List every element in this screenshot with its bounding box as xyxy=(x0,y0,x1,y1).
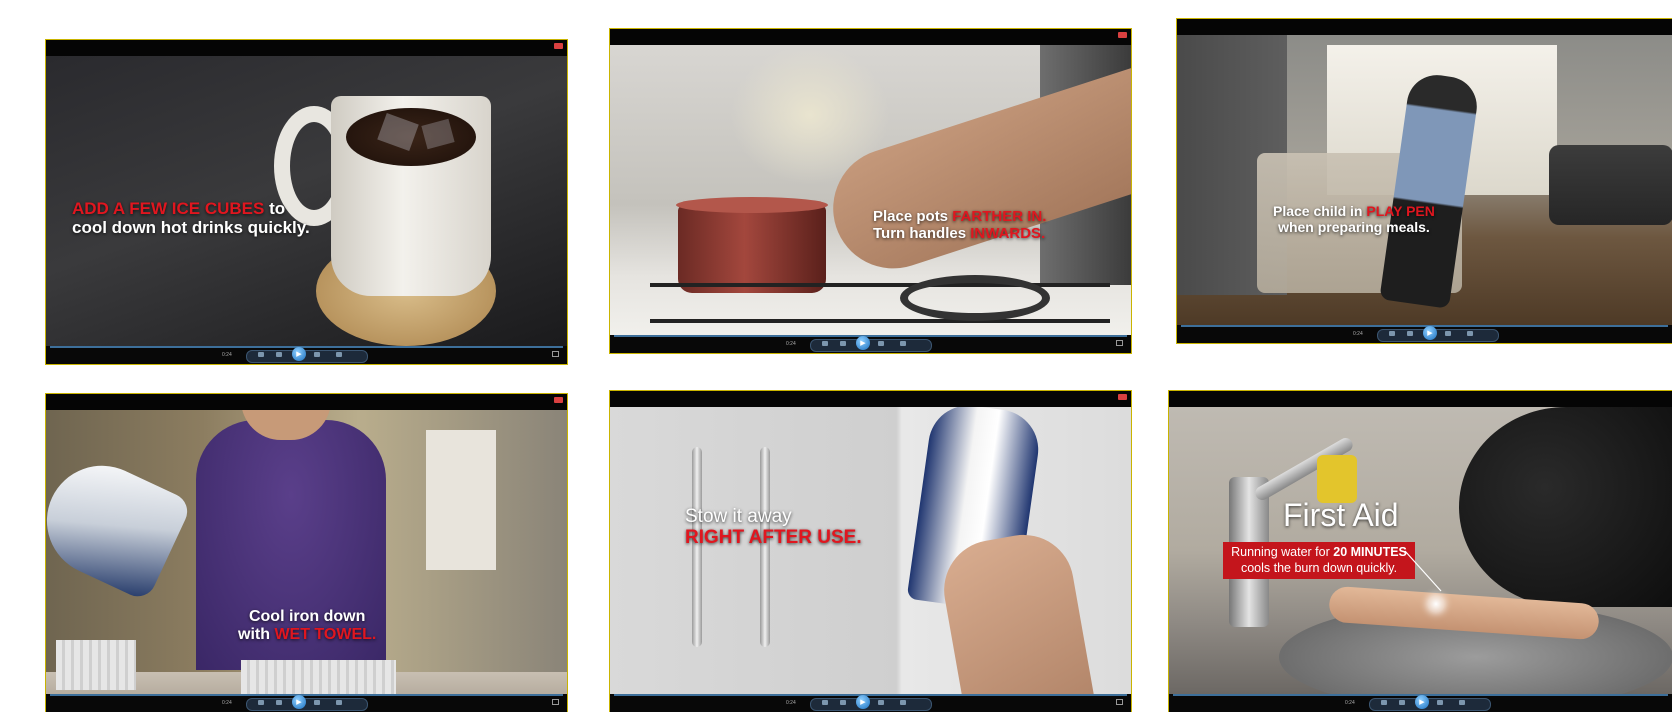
hand xyxy=(936,527,1094,694)
close-icon[interactable] xyxy=(1118,32,1127,38)
video-player-first-aid[interactable]: First Aid Running water for 20 MINUTES c… xyxy=(1168,390,1672,712)
player-title-bar xyxy=(46,394,567,410)
fast-forward-icon[interactable] xyxy=(314,352,320,357)
volume-icon[interactable] xyxy=(900,341,906,346)
time-display: 0:24 xyxy=(786,700,796,706)
callout-pointer xyxy=(1404,550,1442,592)
sofa xyxy=(1549,145,1672,225)
video-frame xyxy=(46,410,567,694)
seek-bar[interactable] xyxy=(614,335,1127,337)
close-icon[interactable] xyxy=(1118,394,1127,400)
caption: Place pots FARTHER IN. Turn handles INWA… xyxy=(873,208,1047,242)
rewind-icon[interactable] xyxy=(1407,331,1413,336)
video-player-iron-towel[interactable]: Cool iron down with WET TOWEL. 0:24 ▶ xyxy=(45,393,568,712)
volume-icon[interactable] xyxy=(1459,700,1465,705)
caption-highlight: WET TOWEL. xyxy=(274,625,377,643)
stop-icon[interactable] xyxy=(822,700,828,705)
transport-bar xyxy=(1377,329,1499,342)
time-display: 0:24 xyxy=(786,341,796,347)
player-controls: 0:24 ▶ xyxy=(46,346,567,364)
caption-highlight: FARTHER IN. xyxy=(952,208,1047,225)
player-controls: 0:24 ▶ xyxy=(1177,325,1672,343)
close-icon[interactable] xyxy=(554,43,563,49)
transport-bar xyxy=(810,698,932,711)
fullscreen-icon[interactable] xyxy=(1116,340,1123,346)
stop-icon[interactable] xyxy=(258,700,264,705)
time-display: 0:24 xyxy=(222,352,232,358)
transport-bar xyxy=(810,339,932,352)
towel-held xyxy=(56,640,136,690)
play-icon[interactable]: ▶ xyxy=(292,347,306,361)
video-frame xyxy=(610,45,1131,335)
iron xyxy=(46,447,194,603)
fast-forward-icon[interactable] xyxy=(878,700,884,705)
fullscreen-icon[interactable] xyxy=(1116,699,1123,705)
volume-icon[interactable] xyxy=(336,700,342,705)
time-display: 0:24 xyxy=(1345,700,1355,706)
player-controls: 0:24 ▶ xyxy=(610,694,1131,712)
play-icon[interactable]: ▶ xyxy=(292,695,306,709)
rewind-icon[interactable] xyxy=(840,341,846,346)
player-title-bar xyxy=(610,29,1131,45)
video-player-pots[interactable]: Place pots FARTHER IN. Turn handles INWA… xyxy=(609,28,1132,354)
fast-forward-icon[interactable] xyxy=(1445,331,1451,336)
caption: Cool iron down with WET TOWEL. xyxy=(238,608,377,643)
rewind-icon[interactable] xyxy=(276,700,282,705)
video-player-ice-cubes[interactable]: ADD A FEW ICE CUBES to cool down hot dri… xyxy=(45,39,568,365)
caption: Stow it away RIGHT AFTER USE. xyxy=(685,506,862,549)
transport-bar xyxy=(1369,698,1491,711)
caption-highlight: RIGHT AFTER USE. xyxy=(685,527,862,549)
caption-highlight: PLAY PEN xyxy=(1366,203,1435,219)
stop-icon[interactable] xyxy=(1381,700,1387,705)
window-blur xyxy=(426,430,496,570)
video-frame xyxy=(1177,35,1672,325)
rewind-icon[interactable] xyxy=(1399,700,1405,705)
caption: ADD A FEW ICE CUBES to cool down hot dri… xyxy=(72,199,310,238)
fast-forward-icon[interactable] xyxy=(878,341,884,346)
player-title-bar xyxy=(46,40,567,56)
time-display: 0:24 xyxy=(222,700,232,706)
video-frame xyxy=(610,407,1131,694)
time-display: 0:24 xyxy=(1353,331,1363,337)
play-icon[interactable]: ▶ xyxy=(1415,695,1429,709)
play-icon[interactable]: ▶ xyxy=(856,336,870,350)
transport-bar xyxy=(246,350,368,363)
burner xyxy=(900,275,1050,321)
play-icon[interactable]: ▶ xyxy=(1423,326,1437,340)
fast-forward-icon[interactable] xyxy=(1437,700,1443,705)
rewind-icon[interactable] xyxy=(276,352,282,357)
seek-bar[interactable] xyxy=(50,346,563,348)
player-controls: 0:24 ▶ xyxy=(610,335,1131,353)
rewind-icon[interactable] xyxy=(840,700,846,705)
volume-icon[interactable] xyxy=(336,352,342,357)
caption-highlight: INWARDS. xyxy=(970,224,1046,242)
fullscreen-icon[interactable] xyxy=(552,699,559,705)
pot xyxy=(678,205,826,293)
player-title-bar xyxy=(610,391,1131,407)
fullscreen-icon[interactable] xyxy=(552,351,559,357)
seek-bar[interactable] xyxy=(614,694,1127,696)
caption-highlight: ADD A FEW ICE CUBES xyxy=(72,199,265,218)
stop-icon[interactable] xyxy=(1389,331,1395,336)
volume-icon[interactable] xyxy=(900,700,906,705)
play-icon[interactable]: ▶ xyxy=(856,695,870,709)
stop-icon[interactable] xyxy=(822,341,828,346)
volume-icon[interactable] xyxy=(1467,331,1473,336)
close-icon[interactable] xyxy=(554,397,563,403)
video-player-play-pen[interactable]: Place child in PLAY PEN when preparing m… xyxy=(1176,18,1672,344)
seek-bar[interactable] xyxy=(50,694,563,696)
caption: Place child in PLAY PEN when preparing m… xyxy=(1273,203,1435,235)
pot-rim xyxy=(676,197,828,213)
fast-forward-icon[interactable] xyxy=(314,700,320,705)
player-controls: 0:24 ▶ xyxy=(46,694,567,712)
video-player-stow-iron[interactable]: Stow it away RIGHT AFTER USE. 0:24 ▶ xyxy=(609,390,1132,712)
towel xyxy=(241,660,396,694)
player-controls: 0:24 ▶ xyxy=(1169,694,1672,712)
player-title-bar xyxy=(1177,19,1672,35)
stop-icon[interactable] xyxy=(258,352,264,357)
callout-line xyxy=(1404,550,1442,592)
transport-bar xyxy=(246,698,368,711)
